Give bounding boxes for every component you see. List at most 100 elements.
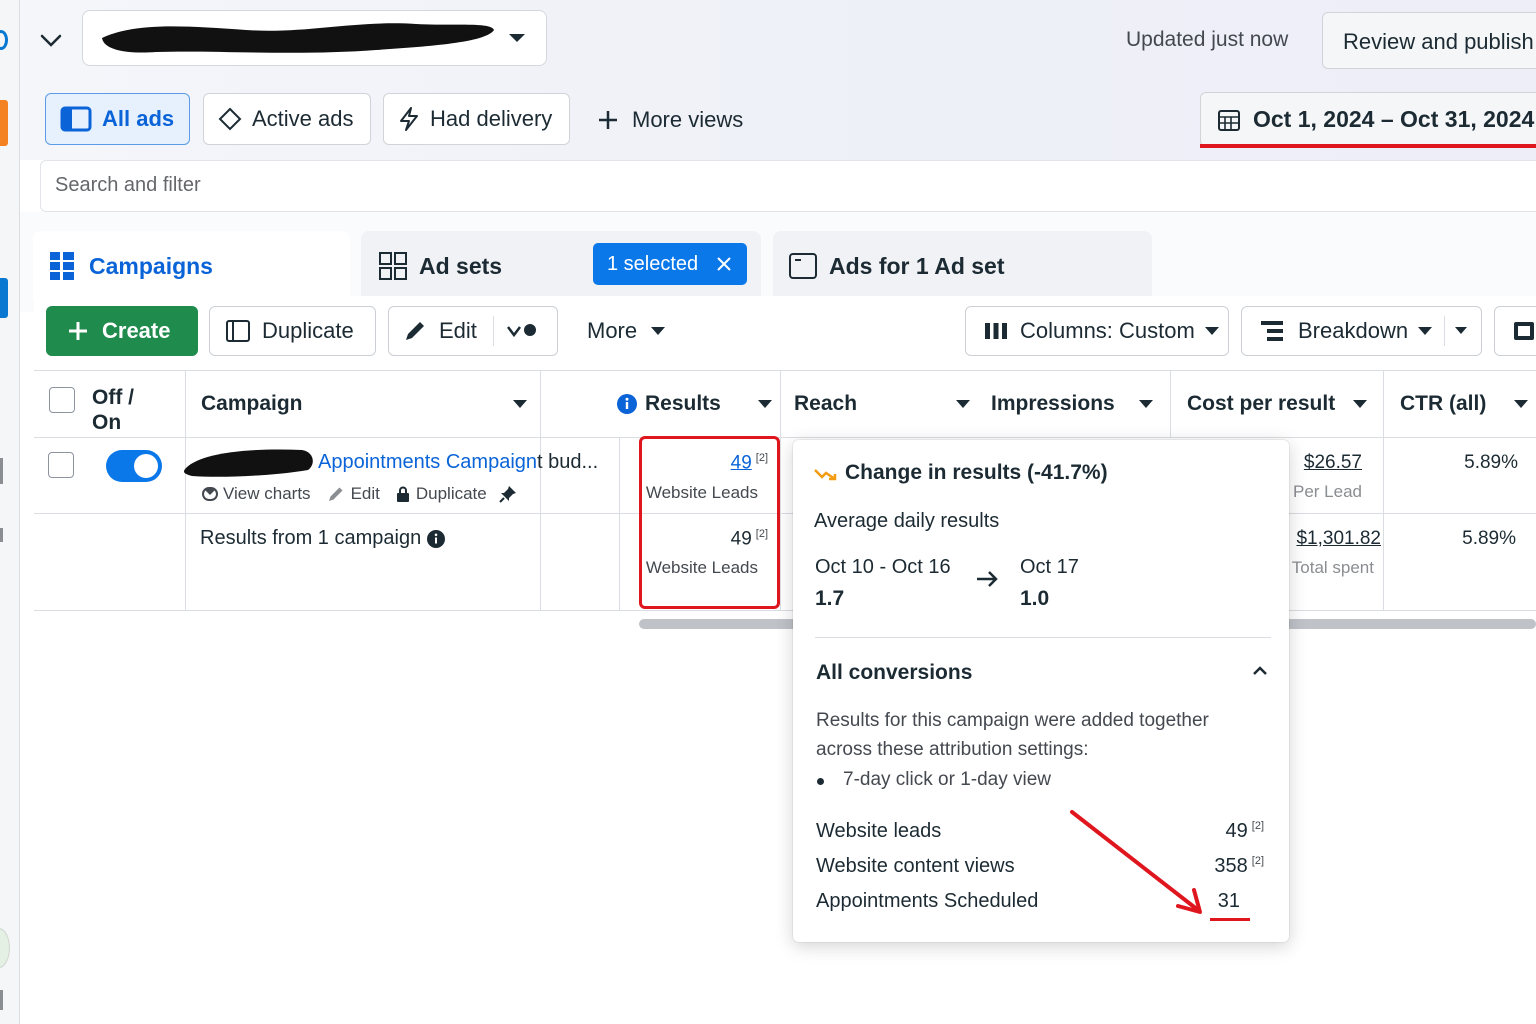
header-cost-label: Cost per result: [1187, 392, 1336, 415]
rail-marker: [0, 990, 3, 1010]
view-active-ads-button[interactable]: Active ads: [203, 93, 371, 145]
view-charts-link[interactable]: View charts: [223, 484, 311, 504]
left-nav-rail: [0, 0, 20, 1024]
campaign-name-link[interactable]: Appointments Campaignt bud...: [318, 451, 598, 474]
cost-per-result-value[interactable]: $26.57: [1290, 452, 1362, 474]
edit-button-group[interactable]: Edit: [388, 306, 558, 356]
popover-title: Change in results (-41.7%): [845, 461, 1108, 484]
annotation-underline: [1210, 918, 1250, 921]
header-ctr[interactable]: CTR (all): [1400, 370, 1528, 438]
select-all-checkbox[interactable]: [49, 387, 75, 413]
more-button[interactable]: More: [572, 306, 682, 356]
breakdown-icon: [1260, 320, 1284, 342]
table-icon: [60, 106, 92, 132]
popover-from-label: Oct 10 - Oct 16: [815, 556, 951, 578]
columns-button[interactable]: Columns: Custom: [965, 306, 1229, 356]
arrow-right-icon: [975, 570, 999, 593]
popover-to-value: 1.0: [1020, 587, 1050, 610]
more-label: More: [587, 318, 638, 343]
header-cost-per-result[interactable]: Cost per result: [1187, 370, 1367, 438]
view-all-ads-button[interactable]: All ads: [45, 93, 190, 145]
conversion-label: Appointments Scheduled: [816, 890, 1039, 912]
sort-caret-icon[interactable]: [1514, 399, 1528, 409]
row-checkbox[interactable]: [48, 452, 74, 478]
sort-caret-icon[interactable]: [1353, 399, 1367, 409]
pencil-icon: [403, 319, 427, 343]
rail-marker: [0, 458, 3, 484]
popover-desc-1: Results for this campaign were added tog…: [816, 710, 1209, 731]
selected-chip[interactable]: 1 selected: [593, 243, 747, 285]
summary-label-container: Results from 1 campaign: [200, 527, 446, 550]
header-campaign-label: Campaign: [201, 392, 303, 415]
popover-section-title: All conversions: [816, 661, 973, 684]
campaign-name[interactable]: Appointments Campaign: [318, 451, 537, 473]
report-icon: [1513, 320, 1535, 342]
sort-caret-icon[interactable]: [758, 399, 772, 409]
header-reach[interactable]: Reach: [794, 370, 970, 438]
header-off-on-label: Off /: [92, 386, 134, 409]
plus-icon: [596, 108, 620, 132]
popover-divider: [815, 637, 1271, 638]
more-views-label: More views: [632, 107, 744, 132]
button-divider: [492, 316, 494, 346]
button-divider: [1444, 316, 1446, 346]
review-publish-button[interactable]: Review and publish: [1322, 12, 1536, 69]
info-icon[interactable]: [617, 394, 637, 414]
chevron-up-icon[interactable]: [1252, 664, 1268, 682]
tab-ads[interactable]: Ads for 1 Ad set: [773, 231, 1152, 301]
export-button[interactable]: [1494, 306, 1536, 356]
search-input[interactable]: Search and filter: [40, 160, 1536, 212]
view-all-ads-label: All ads: [102, 106, 175, 131]
header-results[interactable]: Results: [617, 370, 772, 438]
tab-ad-sets-label: Ad sets: [419, 252, 503, 279]
caret-down-icon: [1418, 326, 1433, 336]
duplicate-icon: [226, 320, 250, 342]
header-impressions[interactable]: Impressions: [991, 370, 1153, 438]
pin-icon[interactable]: [499, 485, 517, 503]
duplicate-button[interactable]: Duplicate: [209, 306, 376, 356]
header-results-label: Results: [645, 392, 721, 415]
clear-selection-icon[interactable]: [716, 256, 732, 272]
caret-down-icon: [651, 326, 666, 336]
rail-blue-item[interactable]: [0, 278, 8, 318]
campaign-name-tail: t bud...: [537, 451, 599, 473]
edit-link[interactable]: Edit: [351, 484, 380, 504]
duplicate-link[interactable]: Duplicate: [416, 484, 487, 504]
more-views-button[interactable]: More views: [596, 100, 743, 140]
breakdown-label: Breakdown: [1298, 318, 1409, 343]
date-range-picker[interactable]: Oct 1, 2024 – Oct 31, 2024: [1200, 92, 1536, 147]
edit-options-icon[interactable]: [506, 323, 538, 339]
column-divider: [1170, 370, 1171, 438]
tab-campaigns-label: Campaigns: [89, 252, 213, 279]
edit-label: Edit: [439, 318, 477, 343]
account-caret-icon[interactable]: [506, 30, 528, 46]
header-campaign[interactable]: Campaign: [201, 370, 531, 438]
header-impressions-label: Impressions: [991, 392, 1115, 415]
annotation-box: [639, 436, 780, 609]
tab-ads-label: Ads for 1 Ad set: [829, 252, 1005, 279]
popover-bullet: 7-day click or 1-day view: [843, 769, 1052, 790]
conversion-footnote: [2]: [1251, 855, 1264, 868]
header-off-on: Off / On: [92, 385, 134, 435]
summary-ctr-value: 5.89%: [1462, 528, 1516, 549]
ad-sets-grid-icon: [379, 252, 407, 280]
view-active-ads-label: Active ads: [252, 106, 354, 131]
breakdown-options-icon[interactable]: [1455, 327, 1468, 335]
collapse-chevron-icon[interactable]: [36, 26, 66, 56]
toggle-knob: [134, 454, 158, 478]
popover-subtitle: Average daily results: [814, 510, 1000, 532]
conversion-number: 49: [1225, 820, 1248, 842]
ctr-value: 5.89%: [1464, 452, 1518, 473]
tab-campaigns[interactable]: Campaigns: [33, 231, 350, 301]
lightning-icon: [398, 106, 420, 132]
sort-caret-icon[interactable]: [956, 399, 970, 409]
summary-info-icon[interactable]: [427, 529, 446, 548]
lock-icon: [396, 486, 410, 502]
create-button[interactable]: Create: [46, 306, 198, 356]
annotation-underline: [1200, 144, 1536, 148]
sort-caret-icon[interactable]: [513, 399, 527, 409]
sort-caret-icon[interactable]: [1139, 399, 1153, 409]
view-had-delivery-button[interactable]: Had delivery: [383, 93, 570, 145]
rail-orange-item[interactable]: [0, 100, 8, 146]
breakdown-button[interactable]: Breakdown: [1241, 306, 1482, 356]
